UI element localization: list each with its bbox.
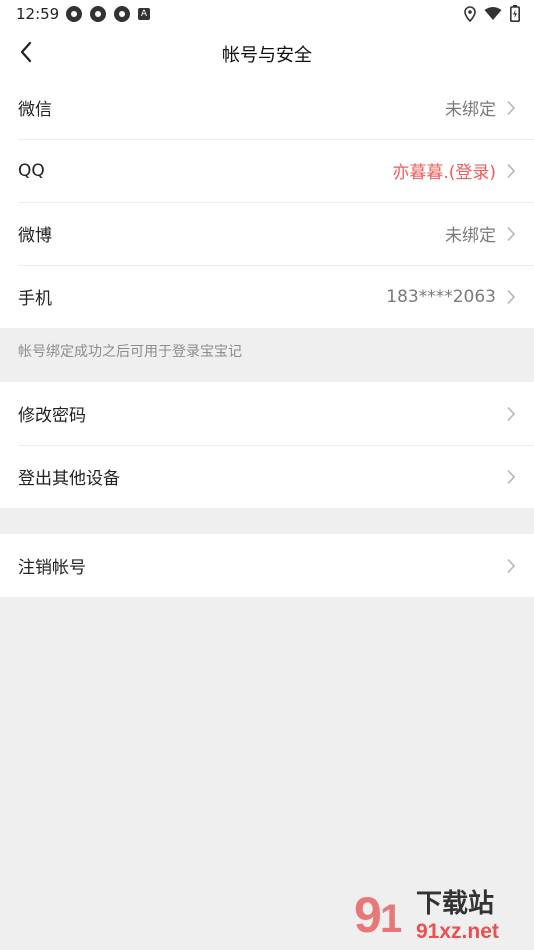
status-notification-icons: A [66, 6, 150, 22]
delete-account-row[interactable]: 注销帐号 [0, 534, 534, 597]
binding-group: 微信 未绑定 QQ 亦暮暮.(登录) 微博 未绑定 手机 183****2063 [0, 76, 534, 328]
account-group: 注销帐号 [0, 534, 534, 597]
row-value: 未绑定 [445, 226, 496, 246]
app-header: 帐号与安全 [0, 28, 534, 76]
binding-row-phone[interactable]: 手机 183****2063 [0, 265, 534, 328]
binding-row-weibo[interactable]: 微博 未绑定 [0, 202, 534, 265]
page-title: 帐号与安全 [222, 45, 312, 66]
row-label: QQ [18, 160, 45, 181]
watermark-title: 下载站 [416, 889, 494, 919]
chevron-right-icon [507, 406, 516, 421]
aperture-icon [114, 6, 130, 22]
binding-hint: 帐号绑定成功之后可用于登录宝宝记 [18, 344, 242, 360]
change-password-row[interactable]: 修改密码 [0, 382, 534, 445]
security-group: 修改密码 登出其他设备 [0, 382, 534, 508]
watermark-url: 91xz.net [416, 920, 499, 943]
location-icon [464, 5, 476, 22]
site-watermark: 9 1 下载站 91xz.net [354, 887, 499, 943]
chevron-right-icon [507, 469, 516, 484]
row-value: 亦暮暮.(登录) [392, 163, 496, 183]
aperture-icon [66, 6, 82, 22]
watermark-logo: 9 [354, 887, 382, 943]
logout-other-devices-row[interactable]: 登出其他设备 [0, 445, 534, 508]
watermark-logo: 1 [380, 897, 402, 941]
wifi-icon [484, 6, 502, 20]
status-bar: 12:59 A [0, 0, 534, 28]
status-time: 12:59 [16, 5, 60, 23]
row-value: 183****2063 [386, 286, 496, 307]
row-label: 手机 [18, 289, 52, 309]
battery-icon [510, 5, 520, 22]
a-badge-icon: A [138, 8, 150, 20]
binding-row-wechat[interactable]: 微信 未绑定 [0, 76, 534, 139]
row-value: 未绑定 [445, 100, 496, 120]
row-label: 微信 [18, 100, 52, 120]
binding-row-qq[interactable]: QQ 亦暮暮.(登录) [0, 139, 534, 202]
chevron-right-icon [507, 558, 516, 573]
chevron-right-icon [507, 100, 516, 115]
aperture-icon [90, 6, 106, 22]
chevron-right-icon [507, 163, 516, 178]
chevron-right-icon [507, 289, 516, 304]
row-label: 登出其他设备 [18, 469, 120, 489]
row-label: 注销帐号 [18, 558, 86, 578]
status-system-icons [464, 5, 520, 22]
row-label: 修改密码 [18, 406, 86, 426]
chevron-right-icon [507, 226, 516, 241]
row-label: 微博 [18, 226, 52, 246]
